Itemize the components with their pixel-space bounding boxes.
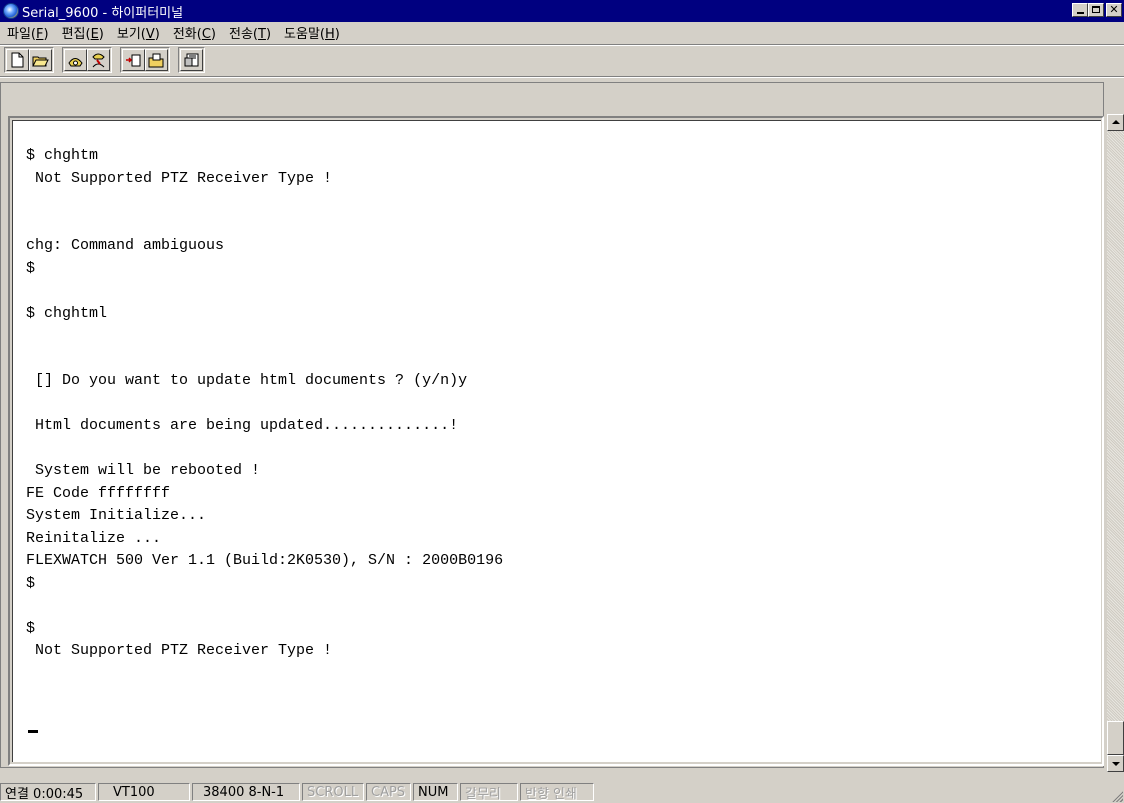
- terminal-line: [] Do you want to update html documents …: [26, 372, 468, 389]
- terminal-line: $ chghtm: [26, 147, 99, 164]
- terminal-line: $: [26, 259, 36, 277]
- status-capture: 갈무리: [460, 783, 518, 802]
- status-emulation: VT100: [98, 783, 190, 801]
- text-cursor: [28, 730, 38, 733]
- terminal-line: System will be rebooted !: [26, 462, 261, 479]
- app-icon[interactable]: [3, 3, 19, 19]
- terminal-line: chg: Command ambiguous: [26, 237, 225, 254]
- toolbar-group-call: [62, 47, 112, 73]
- terminal-line: System Initialize...: [26, 507, 207, 524]
- arrow-down-icon: [1112, 762, 1120, 766]
- status-caps: CAPS: [366, 783, 411, 801]
- properties-icon: [184, 53, 198, 67]
- terminal-line: Not Supported PTZ Receiver Type !: [26, 169, 333, 187]
- terminal-line: Not Supported PTZ Receiver Type !: [26, 642, 333, 659]
- terminal-line: $ chghtml: [26, 304, 108, 322]
- maximize-button[interactable]: [1088, 3, 1104, 17]
- status-num: NUM: [413, 783, 458, 801]
- vertical-scrollbar[interactable]: [1107, 114, 1124, 772]
- status-bar: 연결 0:00:45 VT100 38400 8-N-1 SCROLL CAPS…: [0, 781, 1124, 803]
- receive-icon: [148, 53, 164, 67]
- menu-transfer[interactable]: 전송(T): [222, 23, 277, 42]
- arrow-up-icon: [1112, 120, 1120, 124]
- window-title: Serial_9600 - 하이퍼터미널: [22, 5, 184, 21]
- toolbar-group-transfer: [120, 47, 170, 73]
- menu-bar: 파일(F) 편집(E) 보기(V) 전화(C) 전송(T) 도움말(H): [0, 22, 1124, 42]
- minimize-button[interactable]: [1072, 3, 1088, 17]
- terminal-line: FLEXWATCH 500 Ver 1.1 (Build:2K0530), S/…: [26, 552, 504, 569]
- toolbar-group-properties: [178, 47, 205, 73]
- close-button[interactable]: ✕: [1106, 3, 1122, 17]
- phone-connect-icon: [68, 57, 83, 66]
- terminal-line: $: [26, 574, 36, 592]
- menu-view[interactable]: 보기(V): [110, 23, 166, 42]
- scroll-up-button[interactable]: [1107, 114, 1124, 131]
- toolbar: [4, 47, 213, 73]
- status-print-echo: 반향 인쇄: [520, 783, 594, 802]
- terminal-output: $ chghtm Not Supported PTZ Receiver Type…: [26, 145, 503, 663]
- title-bar[interactable]: Serial_9600 - 하이퍼터미널 ✕: [0, 0, 1124, 22]
- open-button[interactable]: [29, 49, 52, 71]
- terminal-line: Reinitalize ...: [26, 529, 162, 547]
- window-controls: ✕: [1072, 3, 1122, 17]
- new-document-button[interactable]: [6, 49, 29, 71]
- disconnect-button[interactable]: [87, 49, 110, 71]
- send-icon: [126, 54, 141, 66]
- toolbar-group-file: [4, 47, 54, 73]
- terminal-line: Html documents are being updated........…: [26, 417, 459, 434]
- toolbar-bottom-separator: [0, 76, 1124, 78]
- receive-button[interactable]: [145, 49, 168, 71]
- properties-button[interactable]: [180, 49, 203, 71]
- terminal-line: $: [26, 619, 36, 637]
- terminal-screen[interactable]: $ chghtm Not Supported PTZ Receiver Type…: [12, 120, 1101, 762]
- status-scroll: SCROLL: [302, 783, 364, 801]
- terminal-line: FE Code ffffffff: [26, 484, 171, 502]
- toolbar-separator: [0, 44, 1124, 46]
- open-folder-icon: [32, 56, 49, 66]
- send-button[interactable]: [122, 49, 145, 71]
- menu-call[interactable]: 전화(C): [166, 23, 222, 42]
- hyperterminal-window: Serial_9600 - 하이퍼터미널 ✕ 파일(F) 편집(E) 보기(V)…: [0, 0, 1124, 803]
- connect-button[interactable]: [64, 49, 87, 71]
- menu-help[interactable]: 도움말(H): [277, 23, 346, 42]
- status-port-settings: 38400 8-N-1: [192, 783, 300, 801]
- status-connection-time: 연결 0:00:45: [0, 783, 96, 802]
- scroll-thumb[interactable]: [1107, 721, 1124, 755]
- menu-edit[interactable]: 편집(E): [55, 23, 110, 42]
- menu-file[interactable]: 파일(F): [0, 23, 55, 42]
- disconnect-icon: [92, 53, 105, 67]
- new-document-icon: [11, 52, 24, 68]
- resize-grip[interactable]: [1111, 790, 1123, 802]
- scroll-down-button[interactable]: [1107, 755, 1124, 772]
